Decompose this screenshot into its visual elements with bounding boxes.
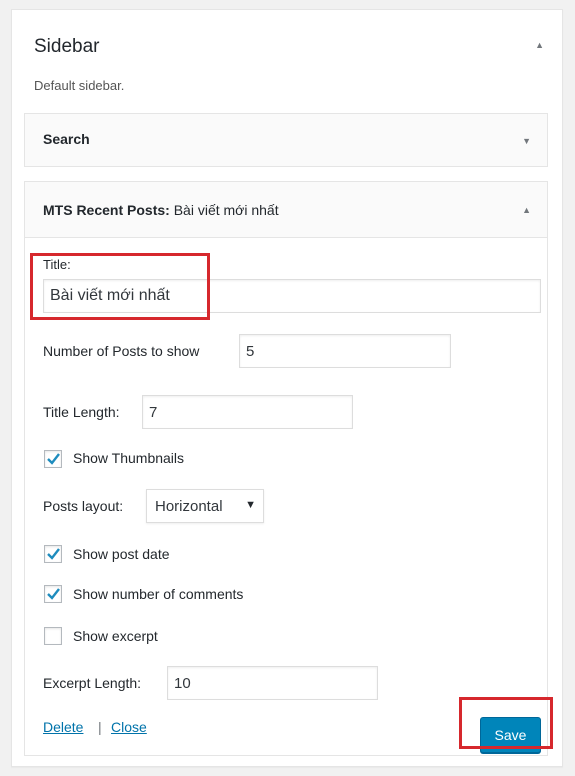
num-posts-input[interactable] <box>239 334 451 368</box>
sidebar-panel: Sidebar Default sidebar. ▲ Search ▼ MTS … <box>11 9 563 767</box>
search-widget-title[interactable]: Search <box>43 131 90 147</box>
posts-layout-select[interactable]: Horizontal ▼ <box>146 489 264 523</box>
show-thumbnails-label: Show Thumbnails <box>73 450 185 466</box>
mts-widget-title-sub: Bài viết mới nhất <box>173 202 279 218</box>
show-excerpt-checkbox[interactable] <box>44 627 62 645</box>
arrow-up-icon[interactable]: ▲ <box>535 40 544 50</box>
title-length-input[interactable] <box>142 395 353 429</box>
delete-link[interactable]: Delete <box>43 719 83 735</box>
arrow-down-icon[interactable]: ▼ <box>522 136 531 146</box>
num-posts-label: Number of Posts to show <box>43 343 200 359</box>
title-length-label: Title Length: <box>43 404 120 420</box>
mts-widget-header[interactable]: MTS Recent Posts: Bài viết mới nhất ▲ <box>25 182 547 238</box>
dropdown-arrow-icon: ▼ <box>245 499 256 511</box>
link-separator: | <box>98 719 102 735</box>
search-widget[interactable]: Search ▼ <box>24 113 548 167</box>
show-thumbnails-checkbox[interactable] <box>44 450 62 468</box>
show-post-date-label: Show post date <box>73 546 170 562</box>
show-comments-label: Show number of comments <box>73 586 244 602</box>
posts-layout-label: Posts layout: <box>43 498 124 514</box>
excerpt-length-label: Excerpt Length: <box>43 675 142 691</box>
checkmark-icon <box>47 548 60 560</box>
save-highlight-box <box>459 697 553 749</box>
mts-widget-title-bold: MTS Recent Posts: <box>43 202 170 218</box>
title-highlight-box <box>30 253 210 320</box>
checkmark-icon <box>47 453 60 465</box>
mts-widget-title[interactable]: MTS Recent Posts: Bài viết mới nhất <box>43 202 279 218</box>
show-excerpt-label: Show excerpt <box>73 628 158 644</box>
close-link[interactable]: Close <box>111 719 147 735</box>
show-post-date-checkbox[interactable] <box>44 545 62 563</box>
arrow-up-icon[interactable]: ▲ <box>522 205 531 215</box>
checkmark-icon <box>47 588 60 600</box>
posts-layout-value: Horizontal <box>155 498 223 515</box>
sidebar-title[interactable]: Sidebar <box>34 36 100 58</box>
sidebar-description: Default sidebar. <box>34 78 125 93</box>
excerpt-length-input[interactable] <box>167 666 378 700</box>
show-comments-checkbox[interactable] <box>44 585 62 603</box>
